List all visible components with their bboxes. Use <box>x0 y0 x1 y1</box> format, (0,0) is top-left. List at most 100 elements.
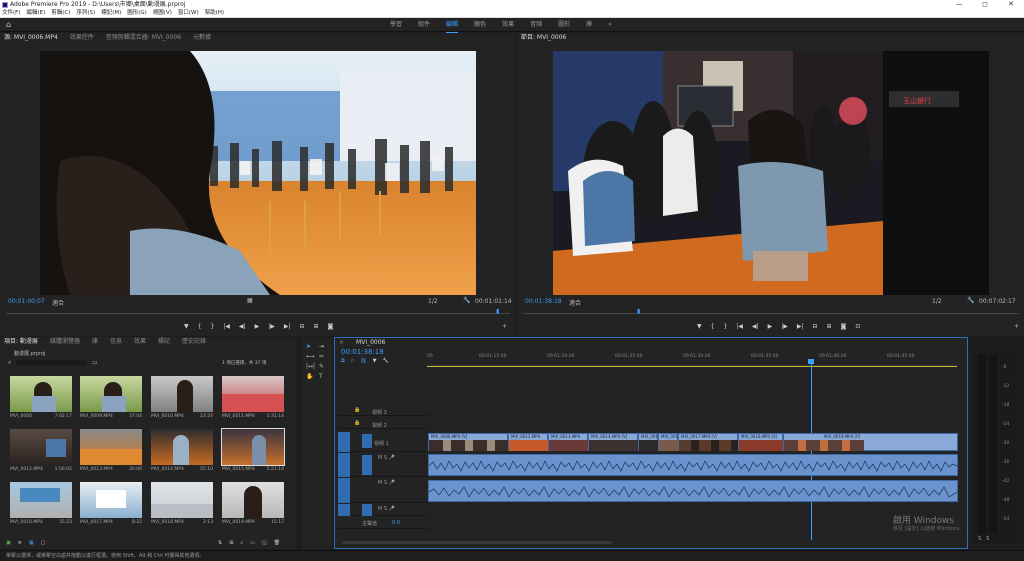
linked-selection-icon[interactable]: ⛓ <box>360 358 366 364</box>
camera-icon[interactable]: ◙ <box>328 323 334 330</box>
source-patch-a1[interactable] <box>338 453 350 477</box>
track-header-a3[interactable]: M S 🎤 <box>338 504 428 516</box>
tab-history[interactable]: 歷史記錄 <box>182 337 206 346</box>
maximize-button[interactable]: ◻ <box>972 0 998 9</box>
project-item-thumb[interactable] <box>222 376 284 412</box>
menu-marker[interactable]: 標記(M) <box>101 9 121 17</box>
playhead-handle-icon[interactable] <box>808 359 814 364</box>
snap-icon[interactable]: ∩ <box>351 358 355 364</box>
project-item-thumb[interactable] <box>80 482 142 518</box>
tab-timeline-sequence[interactable]: MVI_0006 <box>356 338 385 347</box>
workspace-audio[interactable]: 音頻 <box>530 18 542 33</box>
source-patch-v1[interactable] <box>338 432 350 452</box>
program-marker-icon[interactable]: ▼ <box>697 323 702 330</box>
source-wrench-icon[interactable]: ▦ <box>247 297 253 304</box>
tab-info[interactable]: 信息 <box>110 337 122 346</box>
workspace-graphics[interactable]: 圖形 <box>558 18 570 33</box>
timeline-close-icon[interactable]: × <box>339 338 344 347</box>
video-clip[interactable]: MVI_0015.MP4 <box>638 433 659 451</box>
timeline-settings-icon[interactable]: 🔧 <box>382 358 388 364</box>
audio-clip[interactable] <box>428 454 958 476</box>
video-clip[interactable]: MVI_0018.MP4 [V] <box>738 433 784 451</box>
tab-metadata[interactable]: 元數據 <box>193 33 211 42</box>
menu-graphics[interactable]: 圖形(G) <box>127 9 147 17</box>
tab-source[interactable]: 源: MVI_0006.MP4 <box>4 33 58 42</box>
workspace-more-button[interactable]: » <box>608 18 612 33</box>
tab-media-browser[interactable]: 媒體瀏覽器 <box>50 337 80 346</box>
list-view-icon[interactable]: ≡ <box>18 540 22 546</box>
tab-markers[interactable]: 標記 <box>158 337 170 346</box>
project-item-thumb[interactable] <box>222 482 284 518</box>
source-zoom-select[interactable]: 適合 <box>52 298 64 307</box>
program-settings-icon[interactable]: 🔧 <box>967 297 974 304</box>
add-marker-icon[interactable]: ▼ <box>373 358 377 364</box>
timeline-timecode[interactable]: 00:01:38:18 <box>341 348 384 356</box>
video-clip[interactable]: MVI_0016.MP4 <box>658 433 679 451</box>
tab-program[interactable]: 節目: MVI_0006 <box>521 33 566 42</box>
source-timecode-current[interactable]: 00:01:00:07 <box>8 298 45 305</box>
program-go-to-out-icon[interactable]: ▶| <box>797 323 804 330</box>
solo-right-button[interactable]: S <box>986 536 989 542</box>
compare-icon[interactable]: ⊡ <box>855 323 860 330</box>
source-patch-a3[interactable] <box>338 504 350 516</box>
menu-window[interactable]: 窗口(W) <box>178 9 199 17</box>
menu-view[interactable]: 視圖(V) <box>153 9 172 17</box>
find-icon[interactable]: ⌕ <box>240 540 243 546</box>
solo-left-button[interactable]: S <box>978 536 981 542</box>
video-clip[interactable]: MVI_0012.MP4 [V] <box>508 433 549 451</box>
program-mark-in-icon[interactable]: { <box>711 323 715 330</box>
selection-tool-icon[interactable]: ➤ <box>306 343 316 350</box>
lift-icon[interactable]: ⊟ <box>812 323 817 330</box>
source-scrub-bar[interactable] <box>6 313 510 314</box>
new-bin-bottom-icon[interactable]: ▭ <box>250 540 255 546</box>
project-search-input[interactable] <box>16 360 86 366</box>
mark-in-icon[interactable]: { <box>198 323 202 330</box>
program-play-icon[interactable]: ▶ <box>768 323 773 330</box>
menu-file[interactable]: 文件(F) <box>2 9 20 17</box>
minimize-button[interactable]: — <box>946 0 972 9</box>
ripple-edit-tool-icon[interactable]: ⟷ <box>306 353 316 360</box>
source-settings-icon[interactable]: 🔧 <box>463 297 470 304</box>
type-tool-icon[interactable]: T <box>319 373 329 380</box>
razor-tool-icon[interactable]: ✂ <box>319 353 329 360</box>
source-add-button-icon[interactable]: + <box>502 323 507 330</box>
source-playhead-icon[interactable]: ▮ <box>496 308 499 315</box>
video-clip[interactable]: MVI_0006.MP4 [V] <box>428 433 509 451</box>
project-item-thumb-selected[interactable] <box>221 428 285 466</box>
work-area-bar[interactable] <box>427 366 957 367</box>
audio-clip[interactable] <box>428 480 958 502</box>
program-step-back-icon[interactable]: ◀| <box>752 323 759 330</box>
nest-icon[interactable]: ⧉ <box>341 358 345 364</box>
tab-effects[interactable]: 效果 <box>134 337 146 346</box>
new-item-icon[interactable]: ◱ <box>262 540 267 546</box>
tab-project[interactable]: 項目: 動漫展 <box>4 337 38 346</box>
workspace-libraries[interactable]: 庫 <box>586 18 592 33</box>
program-resolution-select[interactable]: 1/2 <box>932 298 942 305</box>
workspace-color[interactable]: 顏色 <box>474 18 486 33</box>
program-timecode-current[interactable]: 00:01:38:18 <box>525 298 562 305</box>
write-protect-icon[interactable]: ▣ <box>6 540 11 546</box>
step-back-icon[interactable]: ◀| <box>239 323 246 330</box>
project-item-thumb[interactable] <box>10 429 72 465</box>
track-header-a1[interactable]: M S 🎤 <box>338 453 428 477</box>
project-item-thumb[interactable] <box>10 376 72 412</box>
workspace-effects[interactable]: 效果 <box>502 18 514 33</box>
project-item-thumb[interactable] <box>151 429 213 465</box>
program-go-to-in-icon[interactable]: |◀ <box>736 323 743 330</box>
track-select-tool-icon[interactable]: ⇥ <box>319 343 329 350</box>
menu-edit[interactable]: 編輯(E) <box>26 9 45 17</box>
project-item-thumb[interactable] <box>151 482 213 518</box>
video-clip[interactable]: MVI_0013.MP4 [V] <box>548 433 589 451</box>
pen-tool-icon[interactable]: ✎ <box>319 363 329 370</box>
timeline-ruler[interactable]: 00 00:01:15:00 00:01:20:00 00:01:25:00 0… <box>427 352 957 366</box>
program-camera-icon[interactable]: ◙ <box>841 323 847 330</box>
trash-icon[interactable]: 🗑 <box>274 540 280 546</box>
master-level[interactable]: 0.0 <box>392 520 400 526</box>
program-video-frame[interactable]: 玉山銀行 <box>553 51 989 295</box>
video-clip[interactable]: MVI_0017.MP4 [V] <box>678 433 739 451</box>
slip-tool-icon[interactable]: |↔| <box>306 363 316 370</box>
mark-out-icon[interactable]: } <box>210 323 214 330</box>
go-to-out-icon[interactable]: ▶| <box>284 323 291 330</box>
program-zoom-select[interactable]: 適合 <box>569 298 581 307</box>
source-resolution-select[interactable]: 1/2 <box>428 298 438 305</box>
